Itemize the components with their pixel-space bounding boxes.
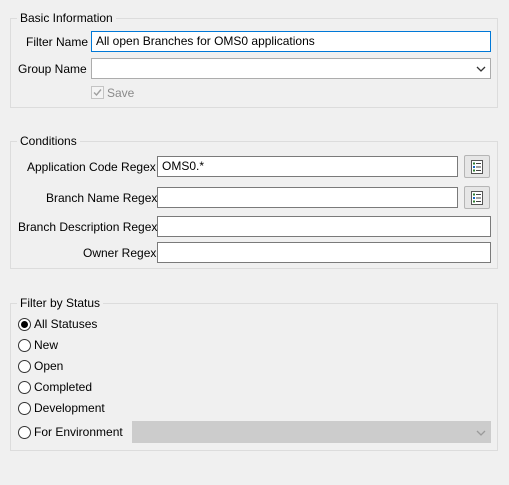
group-name-select[interactable] bbox=[91, 58, 491, 79]
application-code-picker-button[interactable] bbox=[464, 155, 490, 178]
application-code-regex-field[interactable]: OMS0.* bbox=[157, 156, 458, 177]
basic-information-legend: Basic Information bbox=[17, 12, 116, 25]
branch-description-regex-field[interactable] bbox=[157, 216, 491, 237]
application-code-regex-value: OMS0.* bbox=[162, 159, 205, 173]
radio-button[interactable] bbox=[18, 317, 31, 331]
branch-name-regex-field[interactable] bbox=[157, 187, 458, 208]
owner-regex-label: Owner Regex bbox=[83, 246, 157, 260]
status-option-label: Completed bbox=[34, 380, 93, 394]
branch-name-picker-button[interactable] bbox=[464, 186, 490, 209]
list-picker-icon bbox=[471, 190, 483, 205]
list-picker-icon bbox=[471, 159, 483, 174]
radio-button[interactable] bbox=[18, 359, 31, 373]
checkmark-icon bbox=[93, 89, 102, 97]
environment-select bbox=[132, 421, 491, 443]
chevron-down-icon bbox=[476, 66, 486, 72]
status-option-label: Development bbox=[34, 401, 105, 415]
status-radio-completed[interactable]: Completed bbox=[18, 379, 92, 395]
filter-name-field[interactable]: All open Branches for OMS0 applications bbox=[91, 31, 491, 52]
status-option-label: All Statuses bbox=[34, 317, 98, 331]
status-option-label: Open bbox=[34, 359, 64, 373]
radio-button[interactable] bbox=[18, 380, 31, 394]
save-label: Save bbox=[107, 86, 135, 100]
radio-button[interactable] bbox=[18, 338, 31, 352]
status-option-label: New bbox=[34, 338, 59, 352]
status-option-label: For Environment bbox=[34, 425, 123, 439]
save-checkbox[interactable] bbox=[91, 86, 104, 99]
application-code-regex-label: Application Code Regex bbox=[27, 160, 156, 174]
conditions-legend: Conditions bbox=[17, 135, 80, 148]
chevron-down-icon bbox=[476, 430, 486, 436]
filter-name-label: Filter Name bbox=[26, 35, 89, 49]
branch-description-regex-label: Branch Description Regex bbox=[18, 220, 158, 234]
filter-by-status-legend: Filter by Status bbox=[17, 297, 104, 310]
status-radio-development[interactable]: Development bbox=[18, 400, 105, 416]
filter-name-value: All open Branches for OMS0 applications bbox=[96, 34, 315, 48]
status-radio-for-environment[interactable]: For Environment bbox=[18, 424, 123, 440]
status-radio-all-statuses[interactable]: All Statuses bbox=[18, 316, 97, 332]
branch-name-regex-label: Branch Name Regex bbox=[46, 191, 158, 205]
status-radio-new[interactable]: New bbox=[18, 337, 58, 353]
status-radio-open[interactable]: Open bbox=[18, 358, 63, 374]
group-name-label: Group Name bbox=[18, 62, 87, 76]
radio-button[interactable] bbox=[18, 425, 31, 439]
radio-button[interactable] bbox=[18, 401, 31, 415]
owner-regex-field[interactable] bbox=[157, 242, 491, 263]
